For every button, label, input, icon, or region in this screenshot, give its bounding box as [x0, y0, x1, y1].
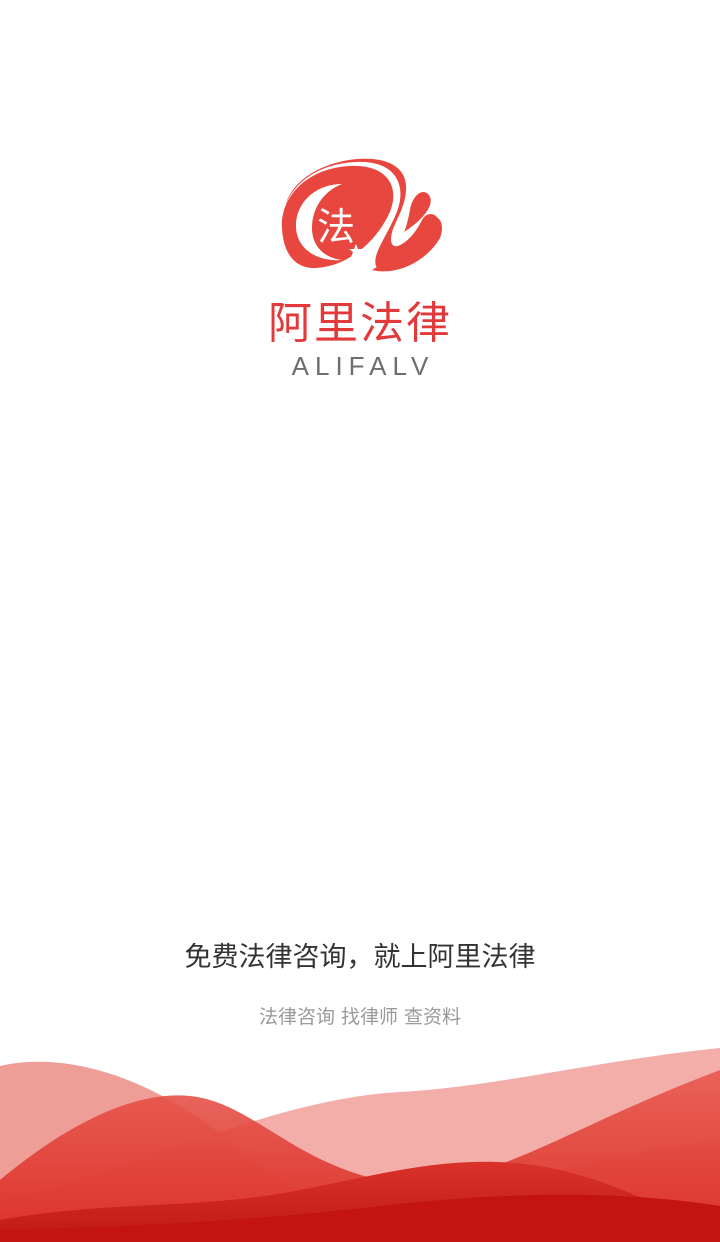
- subline-text: 法律咨询 找律师 查资料: [258, 1006, 462, 1028]
- alifalv-logo-icon: 法: [281, 158, 442, 272]
- brand-name: 阿里法律: [268, 298, 452, 349]
- decorative-waves: [0, 1048, 720, 1242]
- logo-glyph: 法: [317, 205, 355, 249]
- slogan-text: 免费法律咨询，就上阿里法律: [184, 942, 536, 973]
- brand-latin-name: ALIFALV: [291, 351, 435, 381]
